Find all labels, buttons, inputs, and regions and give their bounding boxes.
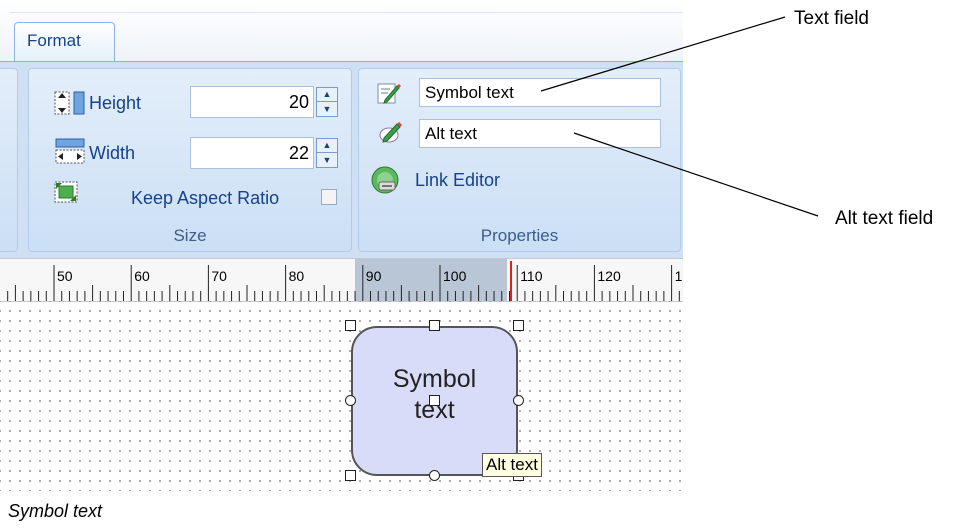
alt-text-field-callout-line: [573, 132, 819, 217]
text-field-callout: Text field: [794, 8, 869, 29]
callout-lines: [540, 16, 819, 217]
text-field-callout-line: [540, 16, 786, 92]
alt-text-field-callout: Alt text field: [835, 208, 934, 229]
